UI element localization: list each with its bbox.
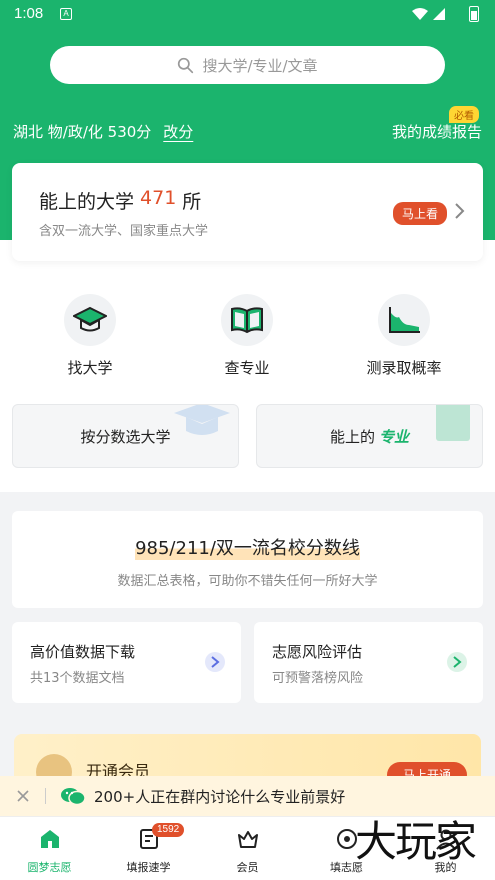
search-icon xyxy=(178,57,194,73)
view-now-button[interactable]: 马上看 xyxy=(392,202,447,225)
wifi-signal-icon xyxy=(412,8,445,20)
status-bar: 1:08 A xyxy=(0,0,495,28)
risk-assessment-subtitle: 可预警落榜风险 xyxy=(272,671,364,686)
score-line-title: 985/211/双一流名校分数线 xyxy=(135,534,360,560)
eligible-majors-button[interactable]: 能上的 专业 xyxy=(256,404,483,468)
tab-home[interactable]: 圆梦志愿 xyxy=(0,827,99,875)
area-chart-icon xyxy=(389,307,420,333)
tab-label: 圆梦志愿 xyxy=(27,861,72,874)
eligible-universities-count: 471 xyxy=(140,187,177,209)
tab-label: 会员 xyxy=(236,861,259,874)
risk-assessment-card[interactable]: 志愿风险评估 可预警落榜风险 xyxy=(254,622,483,703)
home-icon xyxy=(38,827,62,851)
notification-icon: A xyxy=(60,8,72,20)
close-icon[interactable] xyxy=(15,788,31,804)
eligible-universities-subtitle: 含双一流大学、国家重点大学 xyxy=(39,224,209,239)
search-major-entry[interactable]: 查专业 xyxy=(192,294,302,378)
select-by-score-button[interactable]: 按分数选大学 xyxy=(12,404,239,468)
change-score-link[interactable]: 改分 xyxy=(163,121,193,142)
score-line-subtitle: 数据汇总表格，可助你不错失任何一所好大学 xyxy=(117,574,378,589)
exam-profile: 湖北 物/政/化 530分 xyxy=(13,123,152,141)
major-tag: 专业 xyxy=(379,427,410,446)
chevron-right-icon xyxy=(455,203,465,219)
tab-label: 填报速学 xyxy=(126,861,171,874)
unread-count-badge: 1592 xyxy=(152,823,185,837)
eligible-universities-card[interactable]: 能上的大学 471 所 含双一流大学、国家重点大学 马上看 xyxy=(12,163,483,261)
user-profile-row: 湖北 物/政/化 530分 改分 xyxy=(13,121,193,142)
tab-membership[interactable]: 会员 xyxy=(198,827,297,875)
tab-quick-learn[interactable]: 填报速学 xyxy=(99,827,198,875)
feature-label: 查专业 xyxy=(224,359,270,377)
score-report-link[interactable]: 我的成绩报告 xyxy=(392,121,482,142)
chevron-right-icon xyxy=(447,652,467,672)
data-download-title: 高价值数据下载 xyxy=(30,643,136,661)
data-download-card[interactable]: 高价值数据下载 共13个数据文档 xyxy=(12,622,241,703)
search-bar[interactable]: 搜大学/专业/文章 xyxy=(50,46,445,84)
battery-icon xyxy=(469,6,479,22)
risk-assessment-title: 志愿风险评估 xyxy=(272,643,363,661)
admission-probability-entry[interactable]: 测录取概率 xyxy=(349,294,459,378)
watermark: 大玩家 xyxy=(354,817,477,866)
status-time: 1:08 xyxy=(14,5,44,22)
chevron-right-icon xyxy=(205,652,225,672)
quick-link-label: 按分数选大学 xyxy=(80,427,171,446)
graduation-cap-icon xyxy=(73,306,107,332)
score-line-card[interactable]: 985/211/双一流名校分数线 数据汇总表格，可助你不错失任何一所好大学 xyxy=(12,511,483,608)
data-download-subtitle: 共13个数据文档 xyxy=(30,671,125,686)
quick-link-label: 能上的 xyxy=(329,427,375,446)
graduation-cap-icon xyxy=(174,405,230,435)
notice-text: 200+人正在群内讨论什么专业前景好 xyxy=(94,787,346,806)
wechat-icon xyxy=(61,788,86,806)
document-icon xyxy=(436,405,470,441)
find-university-entry[interactable]: 找大学 xyxy=(35,294,145,378)
divider xyxy=(45,788,46,804)
eligible-universities-title: 能上的大学 471 所 xyxy=(39,187,202,213)
feature-label: 测录取概率 xyxy=(366,359,442,377)
open-book-icon xyxy=(231,307,263,334)
crown-icon xyxy=(236,827,260,851)
search-placeholder: 搜大学/专业/文章 xyxy=(202,56,318,75)
feature-label: 找大学 xyxy=(67,359,113,377)
